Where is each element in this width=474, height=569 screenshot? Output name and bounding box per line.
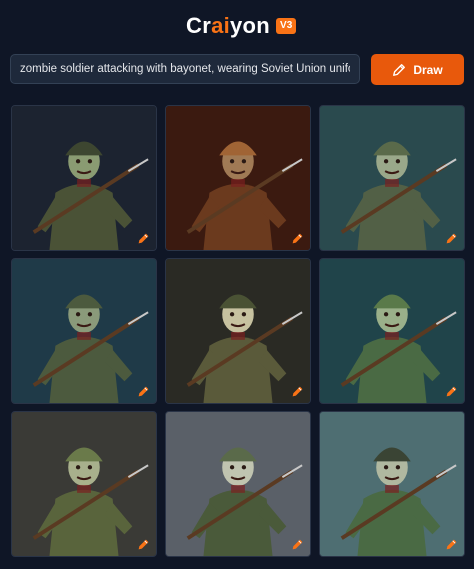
result-image-3[interactable] xyxy=(319,105,465,251)
pencil-icon[interactable] xyxy=(291,385,304,398)
result-image-6[interactable] xyxy=(319,258,465,404)
result-image-9[interactable] xyxy=(319,411,465,557)
result-image-1[interactable] xyxy=(11,105,157,251)
prompt-text: zombie soldier attacking with bayonet, w… xyxy=(20,63,350,75)
draw-button-label: Draw xyxy=(413,62,443,77)
pencil-icon[interactable] xyxy=(137,385,150,398)
pencil-icon[interactable] xyxy=(445,538,458,551)
pencil-icon[interactable] xyxy=(137,538,150,551)
logo-text: Craiyon xyxy=(186,13,271,38)
header: Craiyon V3 xyxy=(0,0,474,50)
version-badge: V3 xyxy=(276,18,297,34)
craiyon-logo[interactable]: Craiyon V3 xyxy=(186,13,297,39)
result-image-2[interactable] xyxy=(165,105,311,251)
results-grid xyxy=(11,105,465,557)
pencil-icon[interactable] xyxy=(291,232,304,245)
draw-button[interactable]: Draw xyxy=(371,54,464,85)
pencil-icon xyxy=(393,63,406,76)
result-image-4[interactable] xyxy=(11,258,157,404)
result-image-7[interactable] xyxy=(11,411,157,557)
result-image-5[interactable] xyxy=(165,258,311,404)
pencil-icon[interactable] xyxy=(445,385,458,398)
pencil-icon[interactable] xyxy=(445,232,458,245)
result-image-8[interactable] xyxy=(165,411,311,557)
pencil-icon[interactable] xyxy=(137,232,150,245)
pencil-icon[interactable] xyxy=(291,538,304,551)
prompt-input[interactable]: zombie soldier attacking with bayonet, w… xyxy=(10,54,360,84)
